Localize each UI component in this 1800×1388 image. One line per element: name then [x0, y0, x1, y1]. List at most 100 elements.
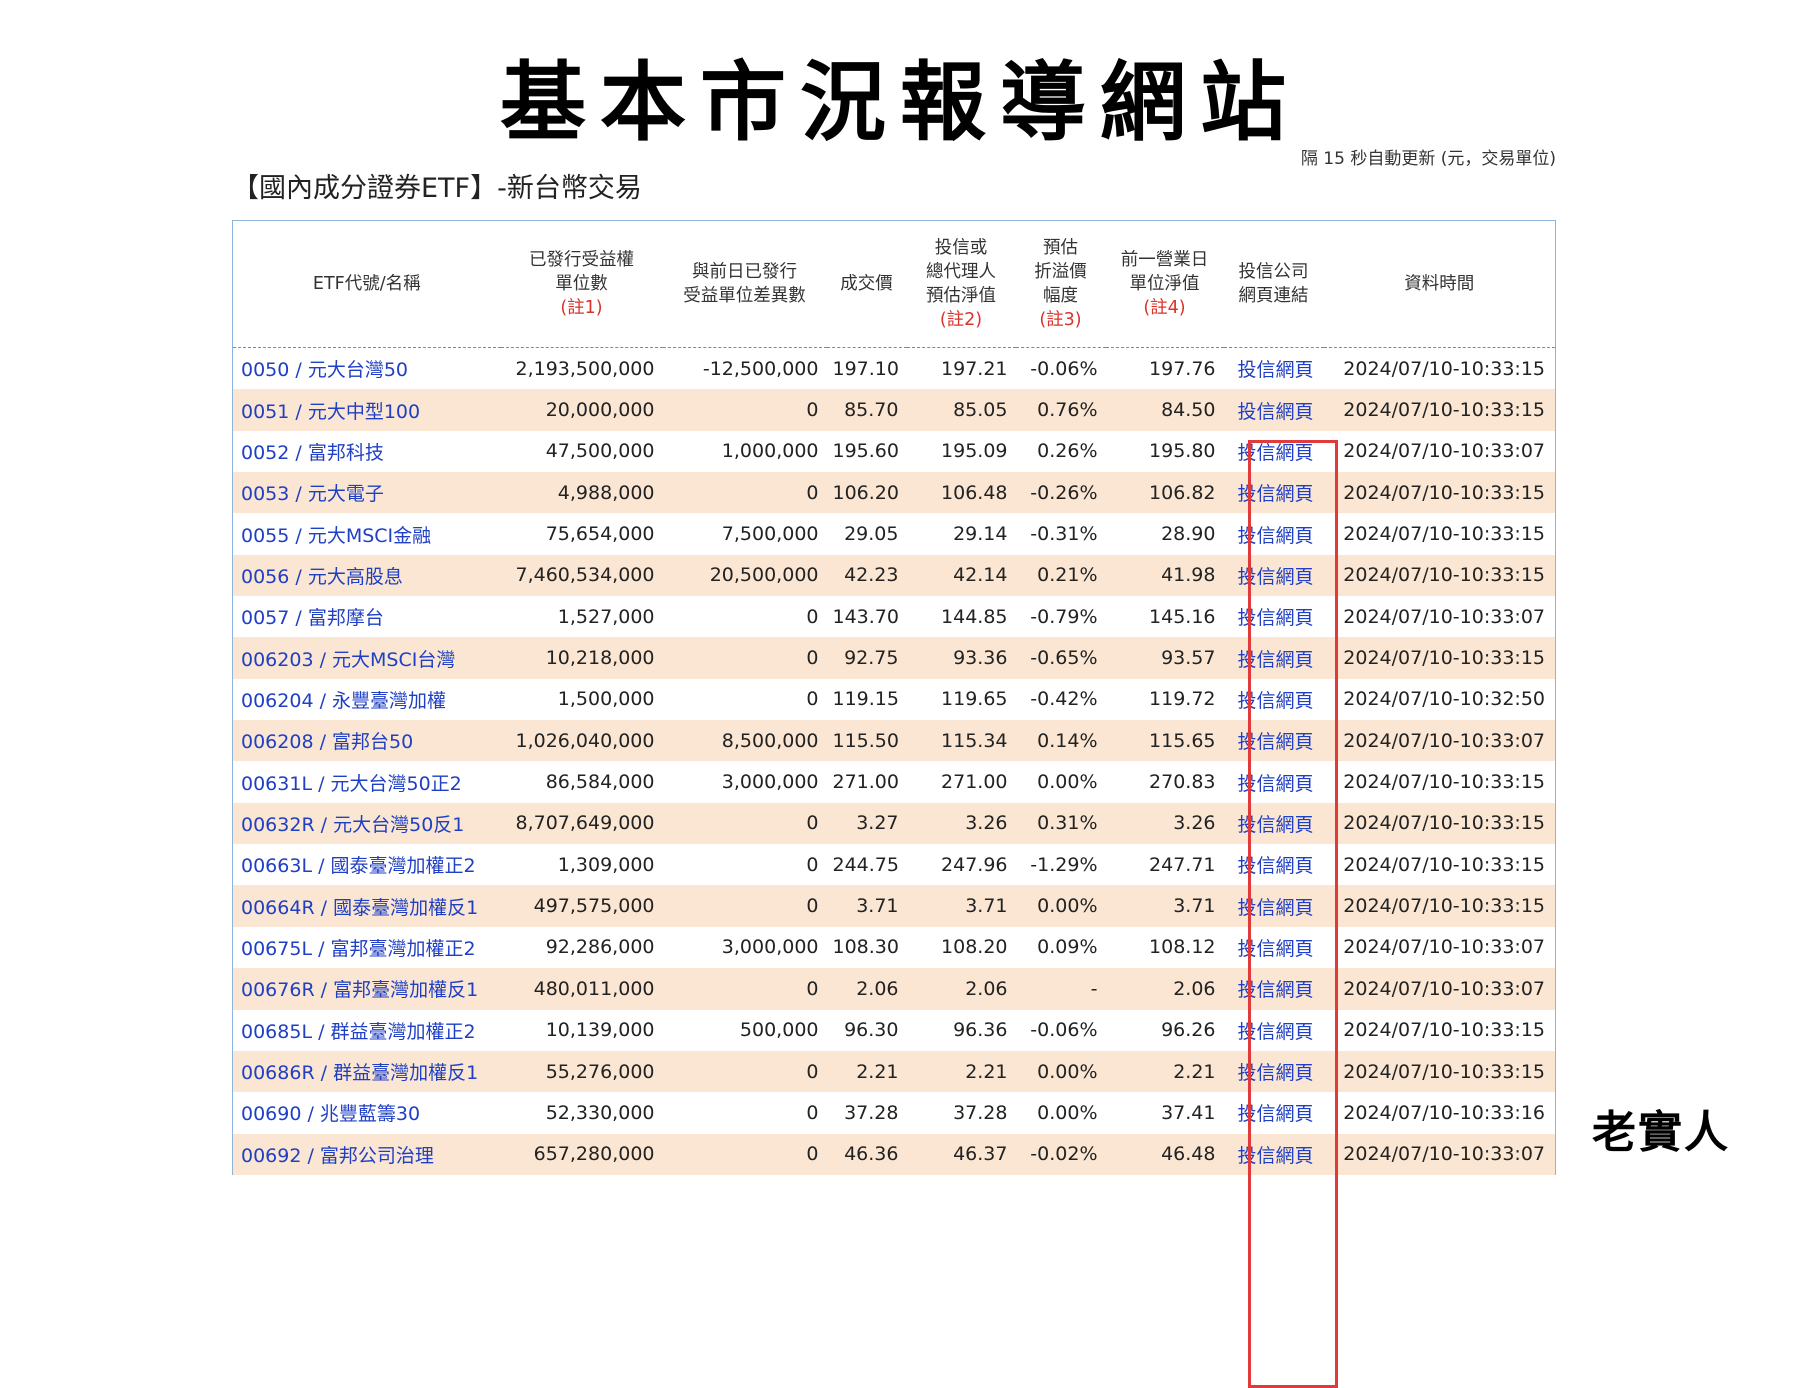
header-note: (註1)	[560, 298, 603, 318]
trade-price: 115.50	[826, 720, 907, 762]
etf-code-name-link[interactable]: 00631L / 元大台灣50正2	[232, 761, 501, 803]
units-diff: 0	[662, 844, 827, 886]
table-row: 00675L / 富邦臺灣加權正2 92,286,000 3,000,000 108.…	[232, 926, 1556, 969]
etf-code-name-link[interactable]: 0052 / 富邦科技	[232, 430, 501, 473]
estimated-nav: 119.65	[906, 678, 1016, 721]
section-title: 【國內成分證券ETF】-新台幣交易	[232, 173, 642, 204]
issued-units: 2,193,500,000	[500, 347, 663, 390]
header-line: 網頁連結	[1238, 286, 1309, 306]
issued-units: 52,330,000	[500, 1092, 663, 1134]
data-time: 2024/07/10-10:33:07	[1323, 596, 1556, 638]
sitc-web-link[interactable]: 投信網頁	[1223, 761, 1324, 803]
table-row: 00686R / 群益臺灣加權反1 55,276,000 0 2.21 2.21 0.00…	[232, 1050, 1556, 1093]
data-time: 2024/07/10-10:33:07	[1323, 1133, 1556, 1175]
header-line: 總代理人	[926, 262, 996, 282]
table-row: 0052 / 富邦科技 47,500,000 1,000,000 195.60 195.…	[232, 430, 1556, 473]
header-link: 投信公司 網頁連結	[1223, 220, 1324, 348]
etf-code-name-link[interactable]: 00676R / 富邦臺灣加權反1	[232, 968, 501, 1010]
watermark: 老實人	[1592, 1107, 1730, 1158]
etf-code-name-link[interactable]: 00690 / 兆豐藍籌30	[232, 1092, 501, 1134]
etf-code-name-link[interactable]: 0056 / 元大高股息	[232, 554, 501, 597]
header-note: (註2)	[939, 310, 983, 330]
sitc-web-link[interactable]: 投信網頁	[1223, 554, 1324, 597]
etf-code-name-link[interactable]: 00692 / 富邦公司治理	[232, 1133, 501, 1175]
sitc-web-link[interactable]: 投信網頁	[1223, 1050, 1324, 1093]
sitc-web-link[interactable]: 投信網頁	[1223, 678, 1324, 721]
issued-units: 8,707,649,000	[500, 802, 663, 845]
header-line: ETF代號/名稱	[312, 274, 421, 294]
sitc-web-link[interactable]: 投信網頁	[1223, 1133, 1324, 1175]
etf-code-name-link[interactable]: 00686R / 群益臺灣加權反1	[232, 1050, 501, 1093]
sitc-web-link[interactable]: 投信網頁	[1223, 637, 1324, 679]
header-line: 投信公司	[1238, 262, 1309, 282]
sitc-web-link[interactable]: 投信網頁	[1223, 885, 1324, 927]
sitc-web-link[interactable]: 投信網頁	[1223, 472, 1324, 514]
estimated-nav: 3.71	[906, 885, 1016, 927]
table-row: 0051 / 元大中型100 20,000,000 0 85.70 85.05 0.76%…	[232, 389, 1556, 431]
table-row: 00632R / 元大台灣50反1 8,707,649,000 0 3.27 3.26 0…	[232, 802, 1556, 845]
header-line: 成交價	[840, 274, 893, 294]
trade-price: 92.75	[826, 637, 907, 679]
table-row: 0050 / 元大台灣50 2,193,500,000 -12,500,000 197…	[232, 347, 1556, 390]
auto-update-note: 隔 15 秒自動更新 (元，交易單位)	[1300, 149, 1556, 169]
sitc-web-link[interactable]: 投信網頁	[1223, 720, 1324, 762]
premium-discount: -0.79%	[1015, 596, 1106, 638]
estimated-nav: 42.14	[906, 554, 1016, 597]
table-row: 00692 / 富邦公司治理 657,280,000 0 46.36 46.37 -0.0…	[232, 1133, 1556, 1175]
header-line: 前一營業日	[1120, 250, 1209, 270]
header-line: 資料時間	[1404, 274, 1475, 294]
header-time: 資料時間	[1323, 220, 1556, 348]
sitc-web-link[interactable]: 投信網頁	[1223, 389, 1324, 431]
etf-code-name-link[interactable]: 0051 / 元大中型100	[232, 389, 501, 431]
etf-code-name-link[interactable]: 00664R / 國泰臺灣加權反1	[232, 885, 501, 927]
sitc-web-link[interactable]: 投信網頁	[1223, 430, 1324, 473]
etf-code-name-link[interactable]: 0055 / 元大MSCI金融	[232, 513, 501, 555]
trade-price: 85.70	[826, 389, 907, 431]
sitc-web-link[interactable]: 投信網頁	[1223, 844, 1324, 886]
issued-units: 55,276,000	[500, 1050, 663, 1093]
etf-code-name-link[interactable]: 00675L / 富邦臺灣加權正2	[232, 926, 501, 969]
etf-code-name-link[interactable]: 006204 / 永豐臺灣加權	[232, 678, 501, 721]
sitc-web-link[interactable]: 投信網頁	[1223, 968, 1324, 1010]
prev-nav: 96.26	[1105, 1009, 1224, 1051]
prev-nav: 3.71	[1105, 885, 1224, 927]
prev-nav: 106.82	[1105, 472, 1224, 514]
etf-code-name-link[interactable]: 00632R / 元大台灣50反1	[232, 802, 501, 845]
etf-code-name-link[interactable]: 00685L / 群益臺灣加權正2	[232, 1009, 501, 1051]
table-row: 00664R / 國泰臺灣加權反1 497,575,000 0 3.71 3.71 0.0…	[232, 885, 1556, 927]
units-diff: 7,500,000	[662, 513, 827, 555]
data-time: 2024/07/10-10:33:15	[1323, 1050, 1556, 1093]
sitc-web-link[interactable]: 投信網頁	[1223, 1009, 1324, 1051]
sitc-web-link[interactable]: 投信網頁	[1223, 596, 1324, 638]
prev-nav: 115.65	[1105, 720, 1224, 762]
trade-price: 3.71	[826, 885, 907, 927]
etf-code-name-link[interactable]: 006203 / 元大MSCI台灣	[232, 637, 501, 679]
header-line: 與前日已發行	[692, 262, 797, 282]
sitc-web-link[interactable]: 投信網頁	[1223, 347, 1324, 390]
premium-discount: 0.00%	[1015, 885, 1106, 927]
header-line: 單位淨值	[1129, 274, 1200, 294]
issued-units: 1,026,040,000	[500, 720, 663, 762]
prev-nav: 197.76	[1105, 347, 1224, 390]
prev-nav: 37.41	[1105, 1092, 1224, 1134]
sitc-web-link[interactable]: 投信網頁	[1223, 926, 1324, 969]
etf-code-name-link[interactable]: 0057 / 富邦摩台	[232, 596, 501, 638]
sitc-web-link[interactable]: 投信網頁	[1223, 513, 1324, 555]
etf-code-name-link[interactable]: 0053 / 元大電子	[232, 472, 501, 514]
table-row: 0057 / 富邦摩台 1,527,000 0 143.70 144.85 -0.79% 1…	[232, 596, 1556, 638]
etf-code-name-link[interactable]: 0050 / 元大台灣50	[232, 347, 501, 390]
data-time: 2024/07/10-10:33:15	[1323, 554, 1556, 597]
etf-code-name-link[interactable]: 00663L / 國泰臺灣加權正2	[232, 844, 501, 886]
units-diff: 0	[662, 678, 827, 721]
premium-discount: -0.26%	[1015, 472, 1106, 514]
header-diff: 與前日已發行 受益單位差異數	[662, 220, 827, 348]
units-diff: 3,000,000	[662, 926, 827, 969]
sitc-web-link[interactable]: 投信網頁	[1223, 1092, 1324, 1134]
trade-price: 108.30	[826, 926, 907, 969]
sitc-web-link[interactable]: 投信網頁	[1223, 802, 1324, 845]
etf-code-name-link[interactable]: 006208 / 富邦台50	[232, 720, 501, 762]
trade-price: 106.20	[826, 472, 907, 514]
issued-units: 497,575,000	[500, 885, 663, 927]
issued-units: 10,218,000	[500, 637, 663, 679]
units-diff: 500,000	[662, 1009, 827, 1051]
